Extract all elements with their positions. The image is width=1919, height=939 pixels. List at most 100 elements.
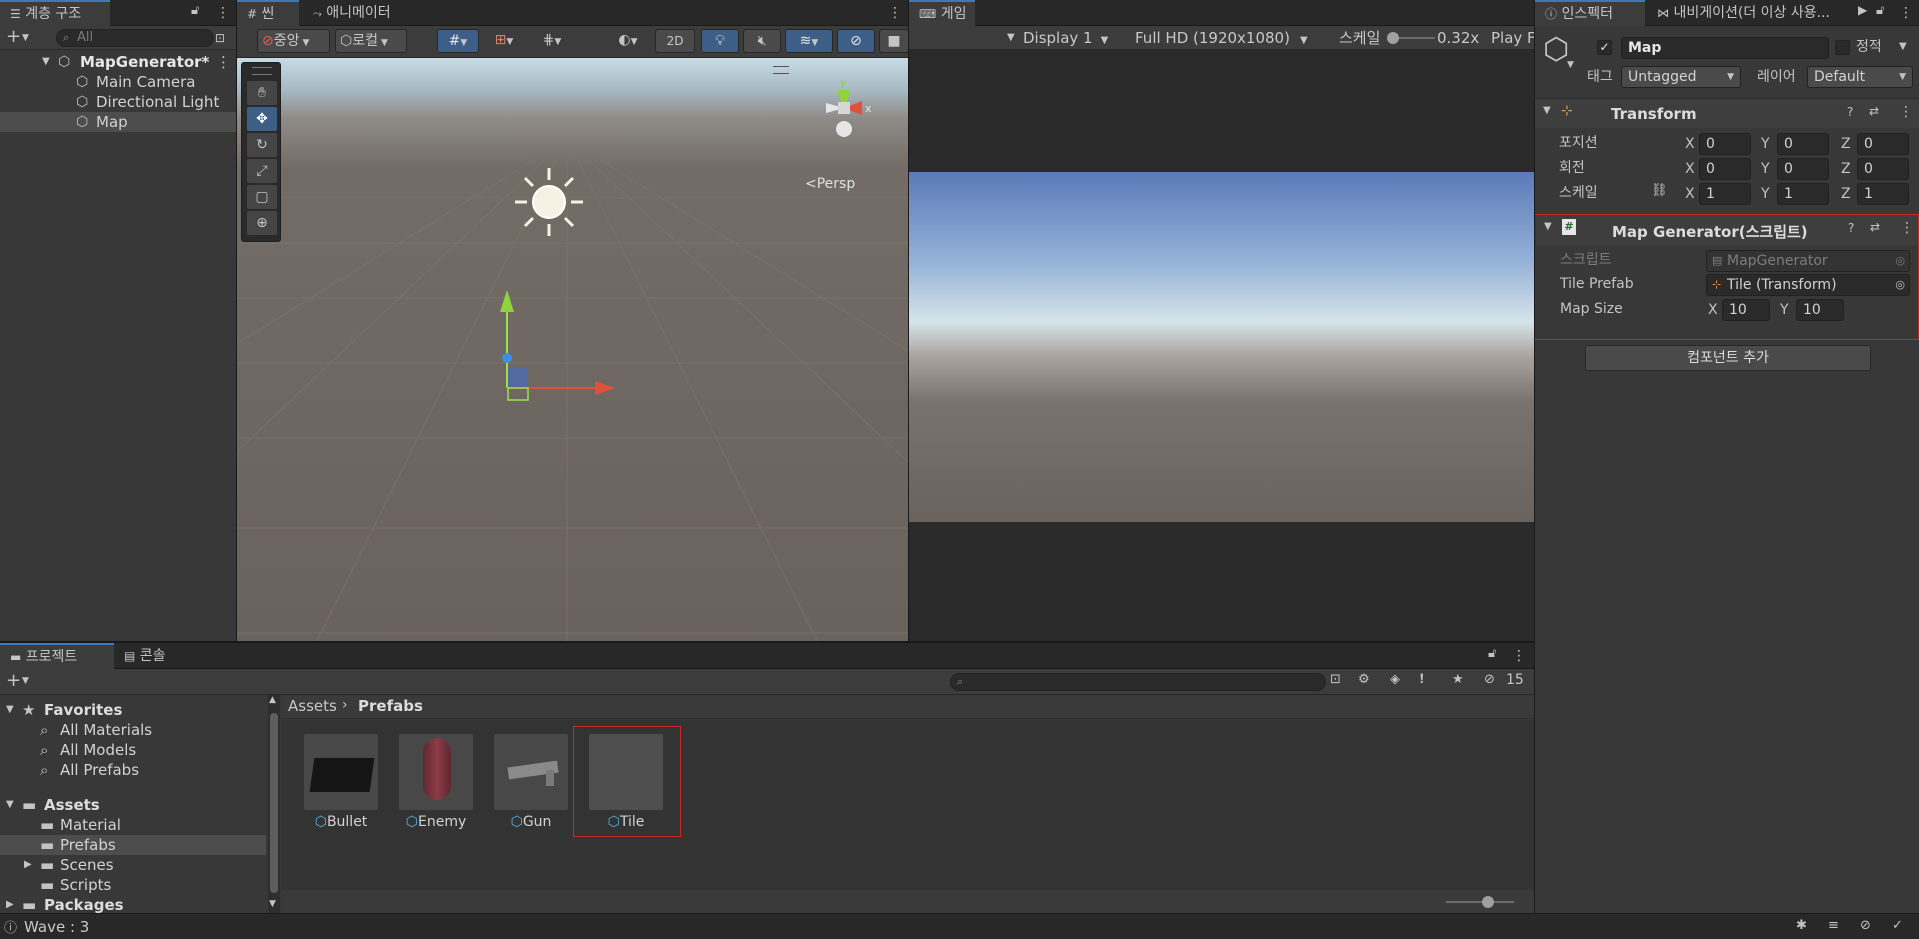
tree-scrollbar[interactable]: ▲ ▼ <box>268 695 280 913</box>
play-focus-dropdown[interactable]: Play F <box>1491 26 1534 50</box>
tab-project[interactable]: ▬ 프로젝트 <box>0 643 114 669</box>
rotation-y-field[interactable]: 0 <box>1777 158 1829 180</box>
tab-navigation[interactable]: ⋈ 내비게이션(더 이상 사용... <box>1647 0 1859 26</box>
resolution-dropdown[interactable]: Full HD (1920x1080) ▼ <box>1135 26 1335 50</box>
persp-label[interactable]: <Persp <box>805 176 855 192</box>
hierarchy-item-selected[interactable]: ⬡ Map <box>0 112 236 132</box>
scale-slider-thumb[interactable] <box>1387 32 1399 44</box>
add-icon[interactable]: + <box>6 669 21 693</box>
preset-icon[interactable]: ⇄ <box>1870 220 1880 234</box>
help-icon[interactable]: ? <box>1847 105 1853 119</box>
scale-slider[interactable] <box>1387 32 1435 44</box>
orientation-gizmo[interactable]: y x <box>799 68 889 148</box>
position-y-field[interactable]: 0 <box>1777 133 1829 155</box>
scrollbar-thumb[interactable] <box>270 713 278 893</box>
scale-y-field[interactable]: 1 <box>1777 183 1829 205</box>
favorites-item[interactable]: ⌕ All Prefabs <box>0 760 260 780</box>
chevron-down-icon[interactable]: ▼ <box>1567 60 1574 70</box>
folder-item[interactable]: ▬ Scripts <box>0 875 260 895</box>
folder-item[interactable]: ▬ Material <box>0 815 260 835</box>
transform-tool-icon[interactable]: ⊕ <box>247 211 277 235</box>
hidden-objects-toggle-button[interactable]: ⊘ <box>837 29 875 53</box>
move-tool-icon[interactable]: ✥ <box>247 107 277 131</box>
chevron-down-icon[interactable]: ▼ <box>1899 41 1907 52</box>
help-icon[interactable]: ? <box>1848 221 1854 235</box>
tab-hierarchy[interactable]: ☰ 계층 구조 <box>0 0 110 26</box>
game-viewport[interactable] <box>909 172 1534 522</box>
preset-icon[interactable]: ⇄ <box>1869 104 1879 118</box>
constrain-link-icon[interactable]: ⛓︎ <box>1651 183 1668 198</box>
scene-search-icon[interactable]: ⊡ <box>215 28 225 48</box>
grid-snap-button[interactable]: #▼ <box>437 29 479 53</box>
active-checkbox[interactable]: ✓ <box>1597 40 1612 55</box>
scene-menu-icon[interactable] <box>773 66 789 74</box>
rect-tool-icon[interactable]: ▢ <box>247 185 277 209</box>
breadcrumb-assets[interactable]: Assets <box>288 697 337 715</box>
display-dropdown[interactable]: Display 1 ▼ <box>1023 26 1123 50</box>
tab-inspector[interactable]: ⓘ 인스펙터 <box>1535 0 1645 26</box>
progress-check-icon[interactable]: ✓ <box>1892 918 1903 933</box>
search-input[interactable]: ⌕ All <box>56 29 214 47</box>
map-size-y-field[interactable]: 10 <box>1796 299 1844 321</box>
scene-more-icon[interactable]: ⋮ <box>216 52 231 72</box>
collapse-arrow-icon[interactable]: ▼ <box>1544 221 1552 232</box>
rotate-tool-icon[interactable]: ↻ <box>247 133 277 157</box>
map-size-x-field[interactable]: 10 <box>1722 299 1770 321</box>
static-checkbox[interactable] <box>1835 40 1850 55</box>
hand-tool-icon[interactable]: ✋︎ <box>247 81 277 105</box>
effects-toggle-button[interactable]: ≋▼ <box>785 29 833 53</box>
lock-icon[interactable]: 🔓︎ <box>1876 3 1884 18</box>
rotation-x-field[interactable]: 0 <box>1699 158 1751 180</box>
lock-icon[interactable]: 🔓︎ <box>191 3 199 18</box>
project-search-input[interactable]: ⌕ <box>950 673 1326 691</box>
scale-x-field[interactable]: 1 <box>1699 183 1751 205</box>
lock-icon[interactable]: 🔓︎ <box>1488 646 1496 661</box>
chevron-down-icon[interactable]: ▼ <box>22 28 29 48</box>
packages-row[interactable]: ▶ ▬ Packages <box>0 895 260 913</box>
tag-dropdown[interactable]: Untagged ▼ <box>1621 66 1741 88</box>
camera-settings-button[interactable]: ■ <box>879 29 908 53</box>
expand-arrow-icon[interactable]: ▶ <box>6 895 14 913</box>
more-options-icon[interactable]: ⋮ <box>1899 4 1913 22</box>
rotation-z-field[interactable]: 0 <box>1857 158 1909 180</box>
favorite-star-icon[interactable]: ★ <box>1452 672 1464 687</box>
add-component-button[interactable]: 컴포넌트 추가 <box>1585 345 1871 371</box>
collapse-arrow-icon[interactable]: ▼ <box>1543 105 1551 116</box>
expand-arrow-icon[interactable]: ▼ <box>6 700 14 720</box>
collab-icon[interactable]: ⊘ <box>1860 918 1871 933</box>
transform-header[interactable]: ▼ ⊹ Transform ? ⇄ ⋮ <box>1535 98 1919 128</box>
asset-enemy[interactable]: ⬡Enemy <box>395 734 475 834</box>
position-x-field[interactable]: 0 <box>1699 133 1751 155</box>
palette-handle[interactable] <box>252 67 272 75</box>
chevron-down-icon[interactable]: ▼ <box>22 671 29 691</box>
pivot-dropdown[interactable]: ⊘중앙 ▼ <box>257 29 330 53</box>
asset-gun[interactable]: ⬡Gun <box>490 734 570 834</box>
toggle-2d-button[interactable]: 2D <box>655 29 695 53</box>
audio-toggle-button[interactable]: 🔇︎ <box>743 29 781 53</box>
asset-bullet[interactable]: ⬡Bullet <box>300 734 380 834</box>
favorites-row[interactable]: ▼ ★ Favorites <box>0 700 260 720</box>
add-icon[interactable]: + <box>6 26 21 48</box>
tab-scene[interactable]: # 씬 <box>237 0 299 26</box>
object-picker-icon[interactable]: ◎ <box>1895 275 1905 295</box>
slider-thumb[interactable] <box>1482 896 1494 908</box>
more-options-icon[interactable]: ⋮ <box>216 4 230 22</box>
status-message[interactable]: Wave : 3 <box>24 918 89 936</box>
more-options-icon[interactable]: ⋮ <box>1512 647 1526 665</box>
expand-arrow-icon[interactable]: ▼ <box>6 795 14 815</box>
map-generator-header[interactable]: ▼ # Map Generator(스크립트) ? ⇄ ⋮ <box>1536 215 1918 245</box>
debug-bug-icon[interactable]: ✱ <box>1796 918 1807 933</box>
space-dropdown[interactable]: ⬡로컬 ▼ <box>335 29 407 53</box>
more-options-icon[interactable]: ⋮ <box>888 4 902 22</box>
cache-server-icon[interactable]: ≡ <box>1828 918 1839 933</box>
folder-item-selected[interactable]: ▬ Prefabs <box>0 835 266 855</box>
layer-dropdown[interactable]: Default ▼ <box>1807 66 1913 88</box>
hierarchy-item[interactable]: ⬡ Directional Light <box>0 92 236 112</box>
breadcrumb-prefabs[interactable]: Prefabs <box>358 697 423 715</box>
component-more-icon[interactable]: ⋮ <box>1899 104 1913 120</box>
filter-by-label-icon[interactable]: ◈ <box>1390 672 1400 687</box>
increment-snap-button[interactable]: ⊞▼ <box>483 29 525 53</box>
search-in-scene-icon[interactable]: ⊡ <box>1330 672 1341 687</box>
tile-prefab-field[interactable]: ⊹ Tile (Transform) ◎ <box>1706 274 1910 296</box>
assets-root-row[interactable]: ▼ ▬ Assets <box>0 795 260 815</box>
